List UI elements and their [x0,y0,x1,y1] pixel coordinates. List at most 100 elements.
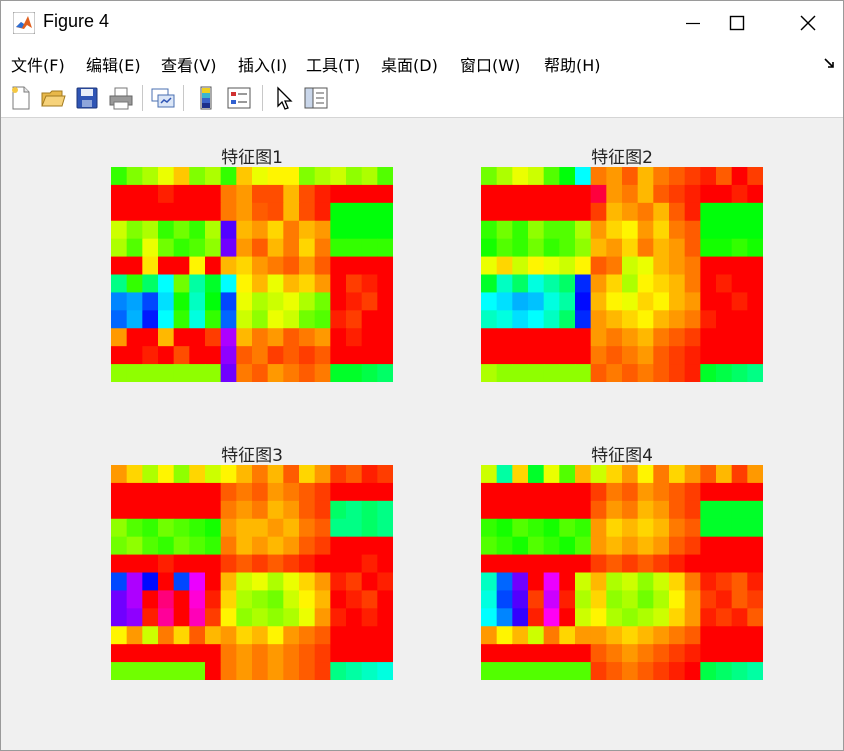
heatmap-cell [377,644,393,663]
heatmap-cell [158,346,175,365]
insert-colorbar-icon[interactable] [192,84,220,112]
heatmap-cell [528,536,545,556]
heatmap-cell [189,518,206,538]
heatmap-cell [330,626,347,645]
heatmap-cell [299,328,316,347]
edit-plot-pointer-icon[interactable] [270,84,298,112]
heatmap-cell [606,626,623,645]
heatmap-cell [142,608,159,627]
subplot-3-heatmap[interactable] [111,465,393,680]
heatmap-cell [669,184,686,204]
heatmap-cell [111,662,128,680]
heatmap-cell [126,662,143,680]
heatmap-cell [496,465,513,484]
heatmap-cell [220,274,237,294]
heatmap-cell [543,328,560,347]
heatmap-cell [700,500,717,520]
maximize-button[interactable] [707,1,767,45]
heatmap-cell [361,292,378,311]
heatmap-cell [236,274,253,294]
heatmap-cell [606,482,623,502]
open-file-icon[interactable] [39,84,67,112]
heatmap-cell [236,167,253,186]
heatmap-cell [684,500,701,520]
heatmap-cell [543,608,560,627]
new-figure-icon[interactable] [7,84,35,112]
heatmap-cell [236,328,253,347]
heatmap-cell [220,364,237,382]
heatmap-cell [189,292,206,311]
heatmap-cell [377,346,393,365]
heatmap-cell [637,572,654,592]
heatmap-cell [637,364,654,382]
subplot-1-heatmap[interactable] [111,167,393,382]
heatmap-cell [283,482,300,502]
menu-insert[interactable]: 插入(I) [238,52,287,76]
heatmap-cell [236,662,253,680]
heatmap-cell [126,465,143,484]
heatmap-cell [236,220,253,240]
heatmap-cell [731,292,748,311]
heatmap-cell [111,644,128,663]
menu-tools[interactable]: 工具(T) [306,52,360,76]
heatmap-cell [267,256,284,276]
heatmap-cell [512,590,529,609]
heatmap-cell [111,292,128,311]
heatmap-cell [283,238,300,258]
heatmap-cell [346,644,363,663]
heatmap-cell [559,328,576,347]
heatmap-cell [142,202,159,222]
link-plot-icon[interactable] [149,84,177,112]
heatmap-cell [575,465,592,484]
heatmap-cell [653,346,670,365]
subplot-2-heatmap[interactable] [481,167,763,382]
heatmap-cell [496,364,513,382]
heatmap-cell [330,590,347,609]
heatmap-cell [189,662,206,680]
menu-view[interactable]: 查看(V) [161,52,216,76]
figure-canvas[interactable]: 特征图1 特征图2 特征图3 特征图4 [1,118,843,750]
heatmap-cell [173,554,190,574]
property-inspector-icon[interactable] [302,84,330,112]
heatmap-cell [283,608,300,627]
heatmap-cell [512,662,529,680]
subplot-4-heatmap[interactable] [481,465,763,680]
heatmap-cell [236,608,253,627]
heatmap-cell [731,482,748,502]
heatmap-cell [189,500,206,520]
insert-legend-icon[interactable] [225,84,253,112]
menu-edit[interactable]: 编辑(E) [86,52,141,76]
heatmap-cell [330,662,347,680]
heatmap-cell [173,482,190,502]
heatmap-cell [142,346,159,365]
heatmap-cell [299,256,316,276]
heatmap-cell [142,310,159,329]
heatmap-cell [590,220,607,240]
save-icon[interactable] [73,84,101,112]
subplot-2-title: 特征图2 [591,148,653,168]
heatmap-cell [622,167,639,186]
heatmap-cell [267,328,284,347]
close-button[interactable] [778,1,838,45]
heatmap-cell [220,536,237,556]
heatmap-cell [684,167,701,186]
heatmap-cell [481,590,498,609]
menu-file[interactable]: 文件(F) [11,52,65,76]
menu-help[interactable]: 帮助(H) [544,52,601,76]
heatmap-cell [716,644,733,663]
heatmap-cell [684,238,701,258]
heatmap-cell [314,644,331,663]
heatmap-cell [126,328,143,347]
heatmap-cell [653,536,670,556]
heatmap-cell [653,238,670,258]
heatmap-cell [220,554,237,574]
menu-desktop[interactable]: 桌面(D) [381,52,438,76]
heatmap-cell [236,572,253,592]
heatmap-cell [283,554,300,574]
dock-arrow-icon[interactable] [823,57,835,69]
heatmap-cell [653,626,670,645]
print-icon[interactable] [107,84,135,112]
heatmap-cell [512,310,529,329]
menu-window[interactable]: 窗口(W) [460,52,520,76]
heatmap-cell [361,482,378,502]
